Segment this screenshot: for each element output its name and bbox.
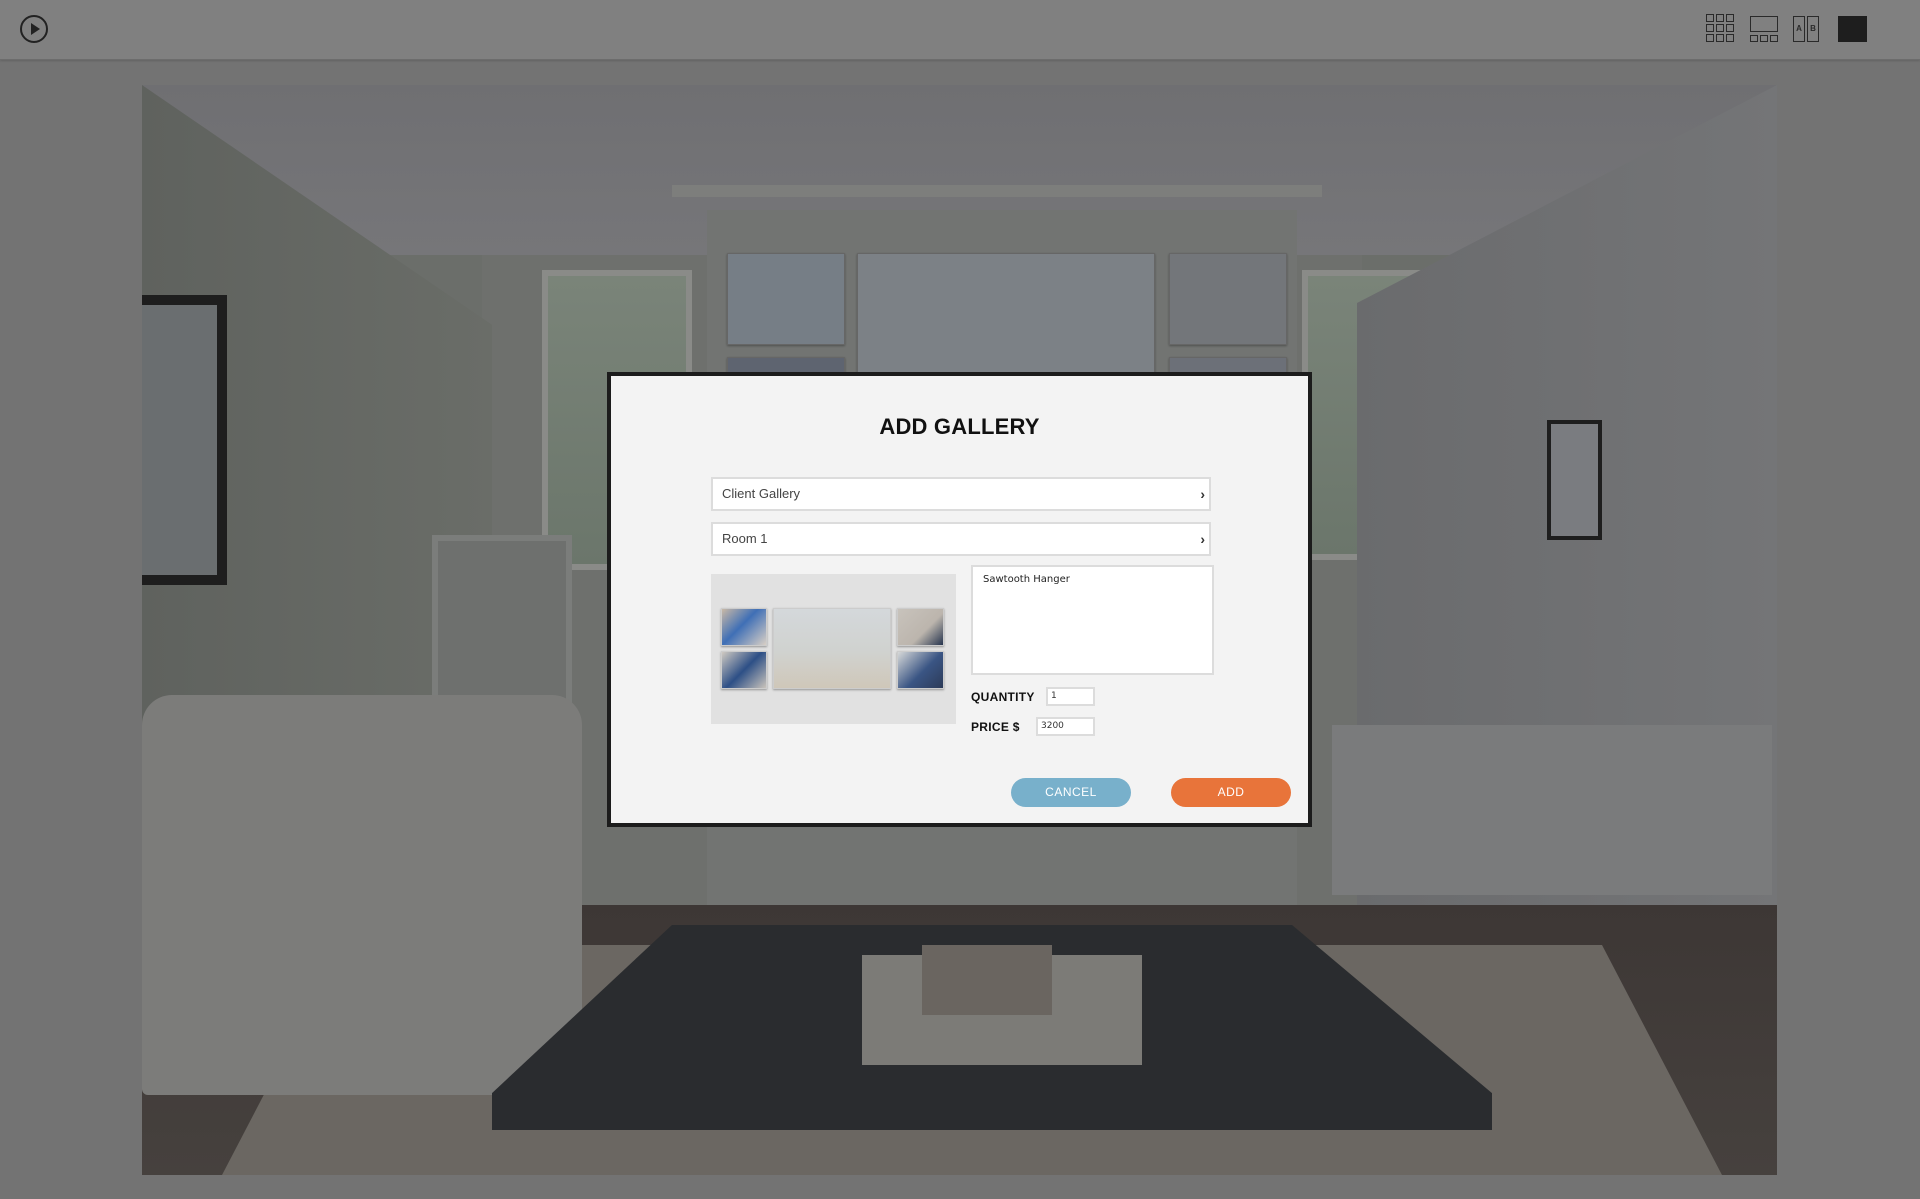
add-gallery-dialog: ADD GALLERY Client Gallery › Room 1 › Sa… bbox=[607, 372, 1312, 827]
cancel-button[interactable]: CANCEL bbox=[1011, 778, 1131, 807]
grid-icon-cell bbox=[1726, 34, 1734, 42]
gallery-select[interactable]: Client Gallery › bbox=[711, 477, 1211, 511]
top-toolbar: A B bbox=[0, 0, 1920, 60]
play-slideshow-button[interactable] bbox=[20, 15, 48, 43]
grid-icon-cell bbox=[1726, 24, 1734, 32]
preview-photo bbox=[721, 651, 767, 689]
grid-icon-cell bbox=[1726, 14, 1734, 22]
grid-icon bbox=[1706, 14, 1714, 22]
scene-picture-frame bbox=[1547, 420, 1602, 540]
scene-armchair bbox=[142, 695, 582, 1095]
hanger-description-textarea[interactable]: Sawtooth Hanger bbox=[971, 565, 1214, 675]
filmstrip-view-button[interactable] bbox=[1750, 14, 1778, 44]
compare-b-icon: B bbox=[1807, 16, 1819, 42]
scene-books bbox=[922, 945, 1052, 1015]
scene-picture-frame bbox=[142, 295, 227, 585]
wall-art-photo bbox=[727, 253, 845, 345]
preview-photo bbox=[897, 651, 944, 689]
scene-mantel bbox=[672, 185, 1322, 197]
price-input[interactable]: 3200 bbox=[1036, 717, 1095, 736]
price-label: PRICE $ bbox=[971, 720, 1020, 734]
scene-window-seat bbox=[1332, 725, 1772, 895]
preview-photo bbox=[721, 608, 767, 646]
grid-icon-cell bbox=[1706, 34, 1714, 42]
gallery-layout-preview bbox=[711, 574, 956, 724]
compare-a-icon: A bbox=[1793, 16, 1805, 42]
add-button[interactable]: ADD bbox=[1171, 778, 1291, 807]
grid-icon-cell bbox=[1716, 34, 1724, 42]
grid-icon-cell bbox=[1716, 14, 1724, 22]
filmstrip-thumb bbox=[1770, 35, 1778, 42]
preview-photo-main bbox=[773, 608, 891, 689]
grid-view-button[interactable] bbox=[1706, 14, 1734, 44]
room-select-value: Room 1 bbox=[722, 531, 768, 546]
play-icon bbox=[31, 23, 40, 35]
quantity-label: QUANTITY bbox=[971, 690, 1035, 704]
gallery-select-value: Client Gallery bbox=[722, 486, 801, 501]
dialog-title: ADD GALLERY bbox=[879, 414, 1040, 439]
chevron-right-icon: › bbox=[1200, 531, 1205, 547]
grid-icon-cell bbox=[1716, 24, 1724, 32]
single-view-button[interactable] bbox=[1838, 16, 1867, 42]
chevron-right-icon: › bbox=[1200, 486, 1205, 502]
preview-photo bbox=[897, 608, 944, 646]
filmstrip-icon bbox=[1750, 16, 1778, 32]
room-select[interactable]: Room 1 › bbox=[711, 522, 1211, 556]
filmstrip-thumb bbox=[1760, 35, 1768, 42]
compare-view-button[interactable]: A B bbox=[1793, 14, 1821, 44]
wall-art-photo bbox=[1169, 253, 1287, 345]
quantity-input[interactable]: 1 bbox=[1046, 687, 1095, 706]
filmstrip-thumb bbox=[1750, 35, 1758, 42]
grid-icon-cell bbox=[1706, 24, 1714, 32]
